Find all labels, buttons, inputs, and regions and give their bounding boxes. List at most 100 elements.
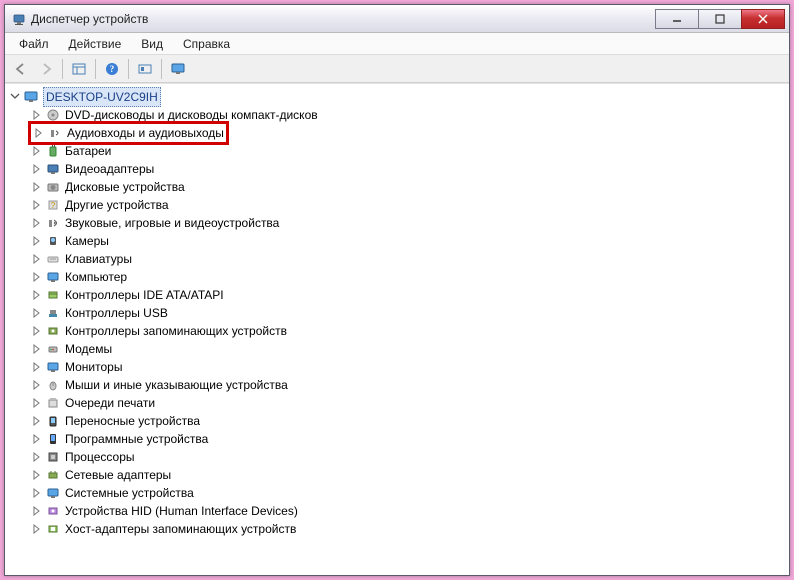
tree-category-node[interactable]: Контроллеры IDE ATA/ATAPI bbox=[31, 286, 785, 304]
category-icon bbox=[45, 161, 61, 177]
tree-category-node[interactable]: Хост-адаптеры запоминающих устройств bbox=[31, 520, 785, 538]
expander-expand-icon[interactable] bbox=[31, 433, 43, 445]
tree-category-node[interactable]: Видеоадаптеры bbox=[31, 160, 785, 178]
category-icon bbox=[45, 377, 61, 393]
category-label: Звуковые, игровые и видеоустройства bbox=[65, 214, 279, 232]
category-icon bbox=[45, 341, 61, 357]
expander-expand-icon[interactable] bbox=[31, 343, 43, 355]
category-icon bbox=[45, 449, 61, 465]
expander-expand-icon[interactable] bbox=[31, 469, 43, 481]
expander-expand-icon[interactable] bbox=[31, 271, 43, 283]
maximize-button[interactable] bbox=[698, 9, 742, 29]
monitor-button[interactable] bbox=[166, 58, 190, 80]
category-icon bbox=[47, 125, 63, 141]
expander-expand-icon[interactable] bbox=[31, 361, 43, 373]
category-icon bbox=[45, 395, 61, 411]
category-icon bbox=[45, 467, 61, 483]
scan-hardware-button[interactable] bbox=[133, 58, 157, 80]
category-icon bbox=[45, 503, 61, 519]
tree-category-node[interactable]: Очереди печати bbox=[31, 394, 785, 412]
help-button[interactable]: ? bbox=[100, 58, 124, 80]
expander-expand-icon[interactable] bbox=[31, 451, 43, 463]
category-label: Сетевые адаптеры bbox=[65, 466, 171, 484]
computer-icon bbox=[23, 89, 39, 105]
category-icon bbox=[45, 485, 61, 501]
category-label: Батареи bbox=[65, 142, 111, 160]
category-icon bbox=[45, 359, 61, 375]
category-icon bbox=[45, 305, 61, 321]
menu-help[interactable]: Справка bbox=[173, 35, 240, 53]
tree-category-node[interactable]: Контроллеры USB bbox=[31, 304, 785, 322]
expander-expand-icon[interactable] bbox=[31, 181, 43, 193]
category-label: Хост-адаптеры запоминающих устройств bbox=[65, 520, 296, 538]
tree-category-node[interactable]: Дисковые устройства bbox=[31, 178, 785, 196]
category-label: Процессоры bbox=[65, 448, 135, 466]
tree-category-node[interactable]: Модемы bbox=[31, 340, 785, 358]
toolbar-separator bbox=[62, 59, 63, 79]
device-tree-pane[interactable]: DESKTOP-UV2C9IH DVD-дисководы и дисковод… bbox=[5, 83, 789, 575]
app-icon bbox=[11, 11, 27, 27]
expander-expand-icon[interactable] bbox=[31, 163, 43, 175]
expander-expand-icon[interactable] bbox=[31, 253, 43, 265]
category-label: Программные устройства bbox=[65, 430, 208, 448]
show-hidden-button[interactable] bbox=[67, 58, 91, 80]
tree-category-node[interactable]: Переносные устройства bbox=[31, 412, 785, 430]
tree-category-node[interactable]: Контроллеры запоминающих устройств bbox=[31, 322, 785, 340]
expander-expand-icon[interactable] bbox=[31, 217, 43, 229]
tree-category-node[interactable]: Системные устройства bbox=[31, 484, 785, 502]
minimize-button[interactable] bbox=[655, 9, 699, 29]
expander-expand-icon[interactable] bbox=[31, 289, 43, 301]
category-label: Системные устройства bbox=[65, 484, 194, 502]
expander-expand-icon[interactable] bbox=[31, 379, 43, 391]
tree-category-node[interactable]: Камеры bbox=[31, 232, 785, 250]
tree-category-node[interactable]: Сетевые адаптеры bbox=[31, 466, 785, 484]
category-icon bbox=[45, 431, 61, 447]
category-label: Модемы bbox=[65, 340, 112, 358]
expander-expand-icon[interactable] bbox=[31, 199, 43, 211]
tree-category-node[interactable]: Процессоры bbox=[31, 448, 785, 466]
tree-category-node[interactable]: Мониторы bbox=[31, 358, 785, 376]
tree-root-node[interactable]: DESKTOP-UV2C9IH bbox=[9, 88, 785, 106]
expander-expand-icon[interactable] bbox=[31, 235, 43, 247]
highlighted-category: Аудиовходы и аудиовыходы bbox=[28, 121, 229, 145]
category-icon bbox=[45, 251, 61, 267]
expander-expand-icon[interactable] bbox=[31, 145, 43, 157]
tree-category-node[interactable]: Программные устройства bbox=[31, 430, 785, 448]
expander-expand-icon[interactable] bbox=[31, 307, 43, 319]
category-icon bbox=[45, 323, 61, 339]
forward-button[interactable] bbox=[34, 58, 58, 80]
svg-text:?: ? bbox=[51, 201, 56, 210]
tree-category-node[interactable]: Клавиатуры bbox=[31, 250, 785, 268]
category-label: Видеоадаптеры bbox=[65, 160, 154, 178]
menu-view[interactable]: Вид bbox=[131, 35, 173, 53]
expander-expand-icon[interactable] bbox=[31, 415, 43, 427]
expander-expand-icon[interactable] bbox=[31, 397, 43, 409]
expander-expand-icon[interactable] bbox=[33, 127, 45, 139]
tree-category-node[interactable]: Устройства HID (Human Interface Devices) bbox=[31, 502, 785, 520]
close-button[interactable] bbox=[741, 9, 785, 29]
tree-category-node[interactable]: Звуковые, игровые и видеоустройства bbox=[31, 214, 785, 232]
expander-expand-icon[interactable] bbox=[31, 325, 43, 337]
tree-category-node[interactable]: Компьютер bbox=[31, 268, 785, 286]
category-icon bbox=[45, 215, 61, 231]
category-icon bbox=[45, 521, 61, 537]
tree-category-node[interactable]: Аудиовходы и аудиовыходы bbox=[31, 124, 785, 142]
expander-expand-icon[interactable] bbox=[31, 523, 43, 535]
menubar: Файл Действие Вид Справка bbox=[5, 33, 789, 55]
category-label: Переносные устройства bbox=[65, 412, 200, 430]
category-label: Аудиовходы и аудиовыходы bbox=[67, 124, 224, 142]
category-label: Контроллеры IDE ATA/ATAPI bbox=[65, 286, 224, 304]
titlebar: Диспетчер устройств bbox=[5, 5, 789, 33]
expander-expand-icon[interactable] bbox=[31, 487, 43, 499]
category-icon bbox=[45, 413, 61, 429]
expander-expand-icon[interactable] bbox=[31, 109, 43, 121]
expander-collapse-icon[interactable] bbox=[9, 91, 21, 103]
category-label: Контроллеры запоминающих устройств bbox=[65, 322, 287, 340]
tree-category-node[interactable]: Мыши и иные указывающие устройства bbox=[31, 376, 785, 394]
tree-category-node[interactable]: ?Другие устройства bbox=[31, 196, 785, 214]
menu-file[interactable]: Файл bbox=[9, 35, 59, 53]
back-button[interactable] bbox=[9, 58, 33, 80]
expander-expand-icon[interactable] bbox=[31, 505, 43, 517]
menu-action[interactable]: Действие bbox=[59, 35, 132, 53]
category-icon bbox=[45, 233, 61, 249]
